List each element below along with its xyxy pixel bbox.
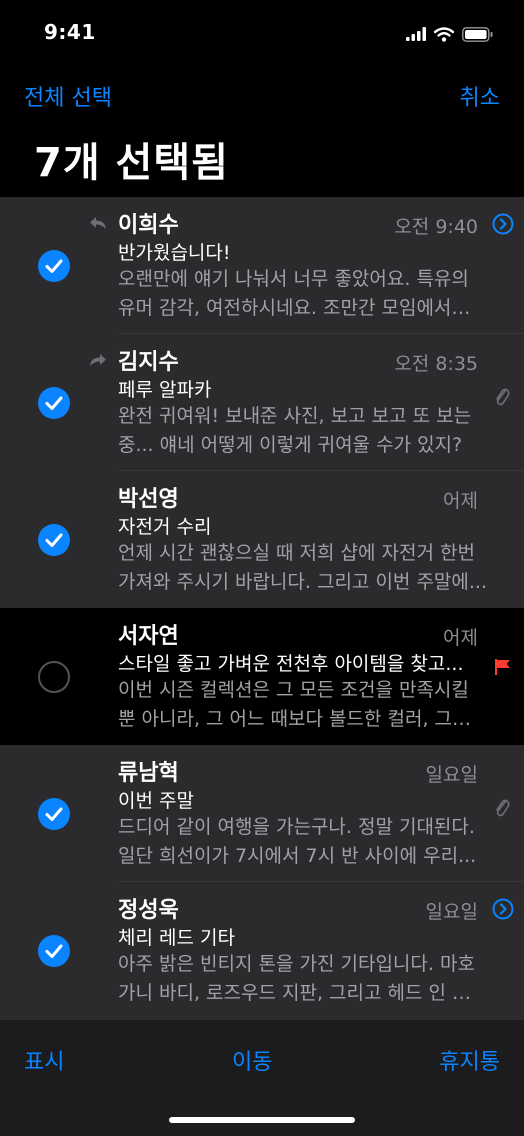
mail-row[interactable]: 이희수 오전 9:40 반가웠습니다! 오랜만에 얘기 나눠서 너무 좋았어요.… (0, 197, 524, 334)
mail-date: 오전 8:35 (394, 353, 478, 375)
mail-preview: 아주 밝은 빈티지 톤을 가진 기타입니다. 마호가니 바디, 로즈우드 지판,… (118, 953, 475, 1004)
mail-subject: 스타일 좋고 가벼운 전천후 아이템을 찾고... (118, 653, 464, 675)
reply-arrow-icon (90, 217, 106, 229)
selection-checkbox-checked[interactable] (38, 524, 70, 556)
mail-sender: 류남혁 (118, 761, 179, 786)
mail-date: 어제 (443, 627, 478, 649)
selection-checkbox-checked[interactable] (38, 387, 70, 419)
chevron-circle-icon[interactable] (492, 898, 514, 920)
mail-sender: 서자연 (118, 624, 179, 649)
mail-preview: 언제 시간 괜찮으실 때 저희 샵에 자전거 한번 가져와 주시기 바랍니다. … (118, 542, 487, 593)
page-title: 7개 선택됨 (34, 140, 229, 186)
move-button[interactable]: 이동 (232, 1044, 272, 1076)
mail-preview: 완전 귀여워! 보내준 사진, 보고 보고 또 보는 중... 얘네 어떻게 이… (118, 405, 472, 456)
attachment-icon (496, 388, 510, 406)
mail-preview: 이번 시즌 컬렉션은 그 모든 조건을 만족시킬 뿐 아니라, 그 어느 때보다… (118, 679, 470, 730)
mail-preview: 오랜만에 얘기 나눠서 너무 좋았어요. 특유의 유머 감각, 여전하시네요. … (118, 268, 469, 319)
mail-row[interactable]: 김지수 오전 8:35 페루 알파카 완전 귀여워! 보내준 사진, 보고 보고… (0, 334, 524, 471)
mail-subject: 이번 주말 (118, 790, 194, 812)
mail-sender: 이희수 (118, 213, 179, 238)
selection-checkbox-unchecked[interactable] (38, 661, 70, 693)
cellular-signal-icon (406, 27, 426, 41)
mail-row[interactable]: 류남혁 일요일 이번 주말 드디어 같이 여행을 가는구나. 정말 기대된다. … (0, 745, 524, 882)
flag-icon (495, 659, 510, 675)
status-time: 9:41 (44, 20, 96, 44)
cancel-button[interactable]: 취소 (460, 80, 500, 112)
attachment-icon (496, 799, 510, 817)
selection-checkbox-checked[interactable] (38, 798, 70, 830)
mail-subject: 자전거 수리 (118, 516, 212, 538)
status-icons (406, 24, 494, 44)
mail-subject: 페루 알파카 (118, 379, 212, 401)
chevron-circle-icon[interactable] (492, 213, 514, 235)
selection-checkbox-checked[interactable] (38, 250, 70, 282)
mail-date: 일요일 (425, 901, 478, 923)
battery-icon (462, 26, 493, 42)
selection-checkbox-checked[interactable] (38, 935, 70, 967)
mail-row[interactable]: 정성욱 일요일 체리 레드 기타 아주 밝은 빈티지 톤을 가진 기타입니다. … (0, 882, 524, 1022)
mail-row[interactable]: 박선영 어제 자전거 수리 언제 시간 괜찮으실 때 저희 샵에 자전거 한번 … (0, 471, 524, 608)
mail-sender: 정성욱 (118, 898, 179, 923)
mail-date: 오전 9:40 (394, 216, 478, 238)
mark-button[interactable]: 표시 (24, 1044, 64, 1076)
status-bar: 9:41 (0, 0, 524, 64)
home-indicator[interactable] (169, 1117, 355, 1123)
mail-subject: 반가웠습니다! (118, 242, 231, 264)
mail-subject: 체리 레드 기타 (118, 927, 235, 949)
mail-list: 이희수 오전 9:40 반가웠습니다! 오랜만에 얘기 나눠서 너무 좋았어요.… (0, 197, 524, 1022)
wifi-icon (434, 26, 454, 42)
mail-sender: 김지수 (118, 350, 179, 375)
mail-date: 어제 (443, 490, 478, 512)
forward-arrow-icon (90, 354, 106, 366)
navigation-bar: 전체 선택 취소 (0, 64, 524, 120)
mail-date: 일요일 (425, 764, 478, 786)
mail-row[interactable]: 서자연 어제 스타일 좋고 가벼운 전천후 아이템을 찾고... 이번 시즌 컬… (0, 608, 524, 745)
mail-preview: 드디어 같이 여행을 가는구나. 정말 기대된다. 일단 희선이가 7시에서 7… (118, 816, 477, 867)
mail-sender: 박선영 (118, 487, 179, 512)
trash-button[interactable]: 휴지통 (439, 1044, 500, 1076)
select-all-button[interactable]: 전체 선택 (24, 80, 112, 112)
